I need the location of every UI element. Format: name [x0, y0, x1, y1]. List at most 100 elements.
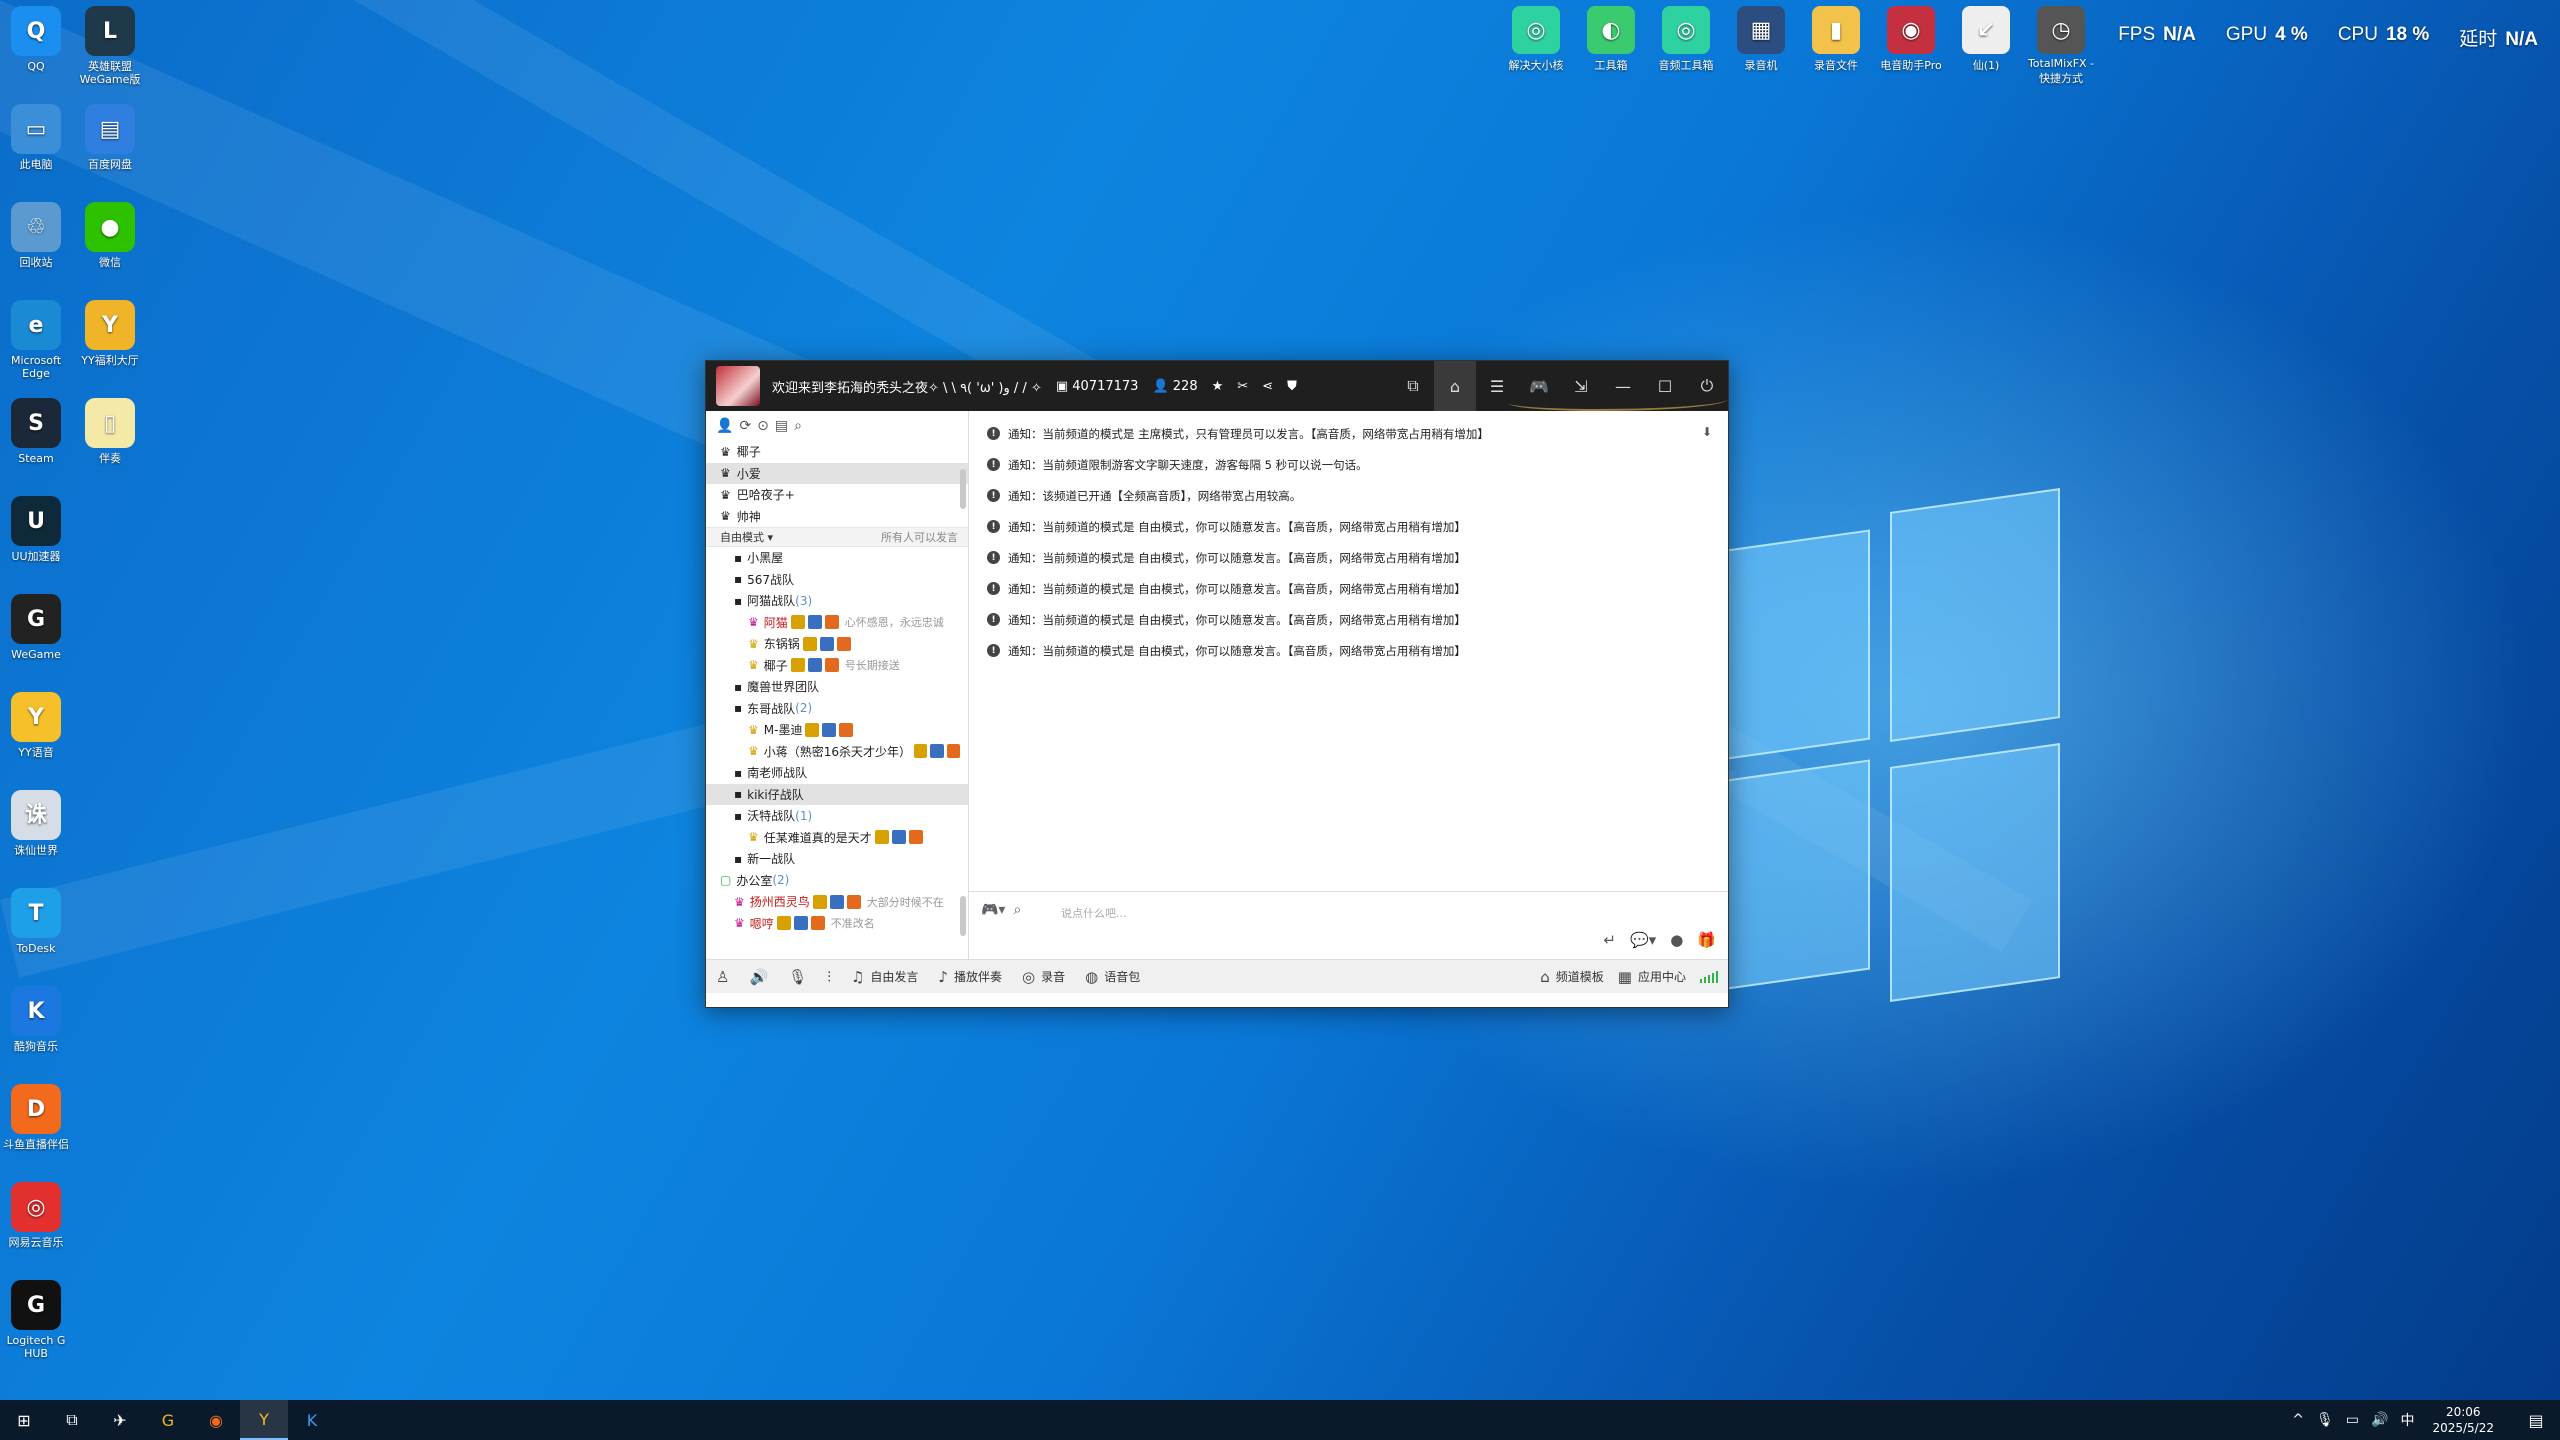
- equalizer-icon[interactable]: ⫶: [827, 968, 831, 986]
- desktop-icon[interactable]: e Microsoft Edge: [0, 300, 76, 380]
- send-enter-icon[interactable]: ↵: [1603, 931, 1616, 949]
- list-item[interactable]: ▢ 办公室 (2): [706, 870, 968, 892]
- desktop-icon[interactable]: ♲ 回收站: [0, 202, 76, 269]
- top-app-icon[interactable]: ▦ 录音机: [1726, 6, 1796, 73]
- desktop-icon[interactable]: T ToDesk: [0, 888, 76, 955]
- favorite-star-icon[interactable]: ★: [1212, 379, 1224, 394]
- desktop-icon[interactable]: G WeGame: [0, 594, 76, 661]
- list-item[interactable]: ♛ 巴哈夜子+: [706, 484, 968, 506]
- list-item[interactable]: ♛ 小蒋（熟密16杀天才少年）: [706, 741, 968, 763]
- user-list-scrollbar[interactable]: [960, 469, 966, 509]
- bottom-action-button[interactable]: ◎ 录音: [1022, 968, 1065, 986]
- scroll-down-icon[interactable]: ⬇: [1702, 425, 1712, 439]
- desktop-icon[interactable]: ◎ 网易云音乐: [0, 1182, 76, 1249]
- person-icon[interactable]: 👤: [716, 418, 733, 434]
- desktop-icon[interactable]: Y YY语音: [0, 692, 76, 759]
- list-item[interactable]: ▪ 新一战队: [706, 848, 968, 870]
- list-item[interactable]: ▪ 567战队: [706, 569, 968, 591]
- gift-icon[interactable]: 🎁: [1697, 931, 1716, 949]
- home-icon[interactable]: ⌂: [1434, 361, 1476, 411]
- desktop-icon[interactable]: G Logitech G HUB: [0, 1280, 76, 1360]
- channel-tree-scrollbar[interactable]: [960, 896, 966, 936]
- search-chat-icon[interactable]: ⌕: [1013, 902, 1021, 918]
- notification-icon[interactable]: ▤: [2512, 1400, 2560, 1440]
- chat-bubble-icon[interactable]: 💬▾: [1630, 931, 1656, 949]
- list-item[interactable]: ▪ 东哥战队 (2): [706, 698, 968, 720]
- location-icon[interactable]: ⊙: [757, 418, 769, 434]
- channel-logo[interactable]: [716, 366, 760, 406]
- top-app-icon[interactable]: ◎ 音频工具箱: [1651, 6, 1721, 73]
- list-item[interactable]: ♛ 东锅锅: [706, 633, 968, 655]
- desktop-icon[interactable]: Q QQ: [0, 6, 76, 73]
- list-item[interactable]: ♛ M-墨迪: [706, 719, 968, 741]
- microphone-icon[interactable]: 🎙: [788, 968, 807, 986]
- desktop-icon[interactable]: ▯ 伴奏: [70, 398, 150, 465]
- list-item[interactable]: ♛ 帅神: [706, 506, 968, 528]
- avatar-icon[interactable]: ♙: [716, 968, 729, 986]
- desktop-icon[interactable]: U UU加速器: [0, 496, 76, 563]
- list-item[interactable]: ▪ 阿猫战队 (3): [706, 590, 968, 612]
- desktop-icon[interactable]: ▤ 百度网盘: [70, 104, 150, 171]
- yy-taskbar-icon[interactable]: Y: [240, 1400, 288, 1440]
- start-icon[interactable]: ⊞: [0, 1400, 48, 1440]
- douyu-taskbar-icon[interactable]: ◉: [192, 1400, 240, 1440]
- badge-icon: [829, 894, 844, 909]
- badge-icon: [776, 916, 791, 931]
- top-app-icon[interactable]: ◐ 工具箱: [1576, 6, 1646, 73]
- list-item[interactable]: ♛ 嗯哼 不准改名: [706, 913, 968, 935]
- tray-icon[interactable]: ▭: [2346, 1412, 2359, 1428]
- top-app-icon[interactable]: ↙ 仙(1): [1951, 6, 2021, 73]
- tray-icon[interactable]: 中: [2400, 1410, 2414, 1430]
- desktop-icon[interactable]: Y YY福利大厅: [70, 300, 150, 367]
- refresh-icon[interactable]: ⟳: [739, 418, 751, 434]
- bottom-action-button[interactable]: ♪ 播放伴奏: [938, 968, 1002, 986]
- message-input[interactable]: 说点什么吧...: [1061, 905, 1127, 921]
- bottom-right-button[interactable]: ▦ 应用中心: [1618, 968, 1686, 986]
- task-view-icon[interactable]: ⧉: [48, 1400, 96, 1440]
- bottom-action-button[interactable]: ♫ 自由发言: [851, 968, 918, 986]
- screen-share-icon[interactable]: ⧉: [1392, 361, 1434, 411]
- list-item[interactable]: ♛ 椰子: [706, 441, 968, 463]
- desktop-icon[interactable]: K 酷狗音乐: [0, 986, 76, 1053]
- mic-toggle-icon[interactable]: ●: [1670, 931, 1683, 949]
- kugou-taskbar-icon[interactable]: K: [288, 1400, 336, 1440]
- notes-icon[interactable]: ▤: [775, 418, 788, 434]
- window-titlebar[interactable]: 欢迎来到李拓海的秃头之夜✧ \ \ ٩( 'ω' )و / / ✧ ▣ 4071…: [706, 361, 1728, 411]
- desktop-icon[interactable]: L 英雄联盟 WeGame版: [70, 6, 150, 86]
- list-item[interactable]: ▪ 小黑屋: [706, 547, 968, 569]
- gamepad-emoji-icon[interactable]: 🎮▾: [981, 902, 1005, 918]
- tray-icon[interactable]: ^: [2292, 1412, 2304, 1428]
- clock[interactable]: 20:06 2025/5/22: [2432, 1404, 2494, 1436]
- list-item[interactable]: ▪ kiki仔战队: [706, 783, 968, 805]
- bottom-action-button[interactable]: ◍ 语音包: [1085, 968, 1140, 986]
- scissors-icon[interactable]: ✂: [1237, 379, 1248, 394]
- desktop-icon[interactable]: ▭ 此电脑: [0, 104, 76, 171]
- share-icon[interactable]: ⋖: [1262, 379, 1273, 394]
- list-item[interactable]: ♛ 小爱: [706, 462, 968, 484]
- speaker-icon[interactable]: 🔊: [749, 968, 768, 986]
- channel-mode-select[interactable]: 自由模式 ▾: [720, 529, 773, 545]
- list-item[interactable]: ♛ 阿猫 心怀感恩，永远忠诚: [706, 612, 968, 634]
- pinned-app-icon[interactable]: ✈: [96, 1400, 144, 1440]
- list-item[interactable]: ▪ 南老师战队: [706, 762, 968, 784]
- desktop-icon[interactable]: D 斗鱼直播伴侣: [0, 1084, 76, 1151]
- list-item[interactable]: ♛ 扬州西灵鸟 大部分时候不在: [706, 891, 968, 913]
- top-app-icon[interactable]: ▮ 录音文件: [1801, 6, 1871, 73]
- list-item[interactable]: ▪ 魔兽世界团队: [706, 676, 968, 698]
- desktop-icon[interactable]: ● 微信: [70, 202, 150, 269]
- top-app-icon[interactable]: ◎ 解决大小核: [1501, 6, 1571, 73]
- tray-icon[interactable]: 🔊: [2371, 1412, 2388, 1428]
- search-icon[interactable]: ⌕: [794, 418, 802, 434]
- top-app-icon[interactable]: ◷ TotalMixFX - 快捷方式: [2026, 6, 2096, 86]
- list-item[interactable]: ♛ 任某难道真的是天才: [706, 827, 968, 849]
- desktop-icon[interactable]: 诛诛仙世界: [0, 790, 76, 857]
- wegame-taskbar-icon[interactable]: G: [144, 1400, 192, 1440]
- list-item[interactable]: ♛ 椰子 号长期接送: [706, 655, 968, 677]
- list-item[interactable]: ▪ 沃特战队 (1): [706, 805, 968, 827]
- tray-icon[interactable]: 🎙: [2316, 1412, 2334, 1428]
- shield-icon[interactable]: ⛊: [1287, 379, 1297, 394]
- bottom-right-button[interactable]: ⌂ 频道模板: [1540, 968, 1604, 986]
- desktop-icon[interactable]: S Steam: [0, 398, 76, 465]
- top-app-icon[interactable]: ◉ 电音助手Pro: [1876, 6, 1946, 73]
- channel-mode-row[interactable]: 自由模式 ▾ 所有人可以发言: [706, 527, 968, 547]
